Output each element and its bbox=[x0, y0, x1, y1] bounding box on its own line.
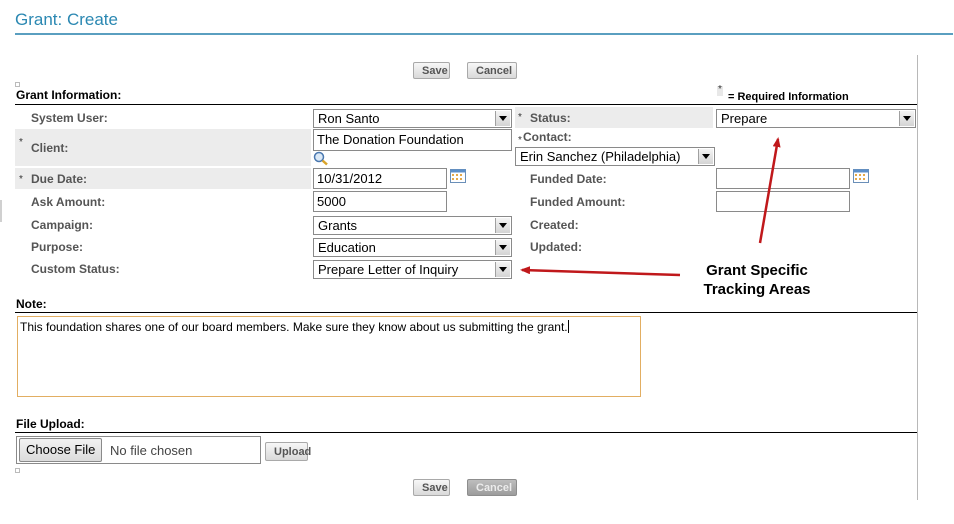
note-heading: Note: bbox=[16, 297, 47, 311]
funded-date-input[interactable] bbox=[716, 168, 850, 189]
annotation-line-1: Grant Specific bbox=[706, 262, 808, 279]
chevron-down-icon bbox=[495, 111, 510, 126]
file-upload-divider bbox=[15, 432, 917, 433]
created-label: Created: bbox=[530, 218, 579, 232]
choose-file-button[interactable]: Choose File bbox=[19, 438, 103, 462]
funded-date-label: Funded Date: bbox=[530, 172, 607, 186]
contact-required-mark: * bbox=[518, 135, 522, 146]
spacer-marker bbox=[15, 468, 20, 473]
ask-amount-input[interactable]: 5000 bbox=[313, 191, 447, 212]
chevron-down-icon bbox=[698, 149, 713, 164]
status-required-mark: * bbox=[518, 112, 522, 123]
contact-label: Contact: bbox=[523, 130, 572, 144]
magnifier-search-icon[interactable] bbox=[313, 151, 329, 169]
client-label: Client: bbox=[31, 141, 69, 155]
client-required-mark: * bbox=[19, 137, 23, 148]
save-button-bottom[interactable]: Save bbox=[413, 479, 450, 496]
right-border bbox=[917, 55, 918, 500]
system-user-label: System User: bbox=[31, 111, 108, 125]
cancel-button-top[interactable]: Cancel bbox=[467, 62, 517, 79]
campaign-label: Campaign: bbox=[31, 218, 94, 232]
chevron-down-icon bbox=[495, 262, 510, 277]
status-value: Prepare bbox=[721, 111, 768, 126]
calendar-icon[interactable] bbox=[853, 169, 869, 186]
chevron-down-icon bbox=[495, 218, 510, 233]
arrow-to-custom-status bbox=[520, 266, 681, 277]
left-edge-marker bbox=[0, 200, 2, 222]
ask-amount-label: Ask Amount: bbox=[31, 195, 106, 209]
due-date-label: Due Date: bbox=[31, 172, 88, 186]
grant-information-divider bbox=[15, 104, 917, 105]
file-upload-heading: File Upload: bbox=[16, 417, 85, 431]
text-caret bbox=[567, 320, 569, 333]
required-information-note: = Required Information bbox=[728, 91, 849, 103]
annotation-line-2: Tracking Areas bbox=[703, 281, 811, 298]
annotation-text: Grant Specific Tracking Areas bbox=[676, 261, 838, 299]
funded-amount-input[interactable] bbox=[716, 191, 850, 212]
chevron-down-icon bbox=[899, 111, 914, 126]
note-textarea[interactable]: This foundation shares one of our board … bbox=[17, 316, 641, 397]
funded-amount-label: Funded Amount: bbox=[530, 195, 626, 209]
client-input[interactable]: The Donation Foundation bbox=[313, 129, 512, 151]
custom-status-select[interactable]: Prepare Letter of Inquiry bbox=[313, 260, 512, 279]
system-user-select[interactable]: Ron Santo bbox=[313, 109, 512, 128]
chevron-down-icon bbox=[495, 240, 510, 255]
cancel-button-bottom[interactable]: Cancel bbox=[467, 479, 517, 496]
system-user-value: Ron Santo bbox=[318, 111, 380, 126]
due-date-input[interactable]: 10/31/2012 bbox=[313, 168, 447, 189]
campaign-value: Grants bbox=[318, 218, 358, 233]
purpose-select[interactable]: Education bbox=[313, 238, 512, 257]
contact-select[interactable]: Erin Sanchez (Philadelphia) bbox=[515, 147, 715, 166]
page-title: Grant: Create bbox=[15, 10, 118, 29]
file-status: No file chosen bbox=[110, 443, 193, 458]
grant-information-heading: Grant Information: bbox=[16, 88, 122, 102]
save-button-top[interactable]: Save bbox=[413, 62, 450, 79]
custom-status-label: Custom Status: bbox=[31, 262, 120, 276]
note-divider bbox=[15, 312, 917, 313]
required-mark: * bbox=[718, 84, 722, 95]
due-date-required-mark: * bbox=[19, 174, 23, 185]
title-divider bbox=[15, 33, 953, 35]
purpose-value: Education bbox=[318, 240, 376, 255]
status-select[interactable]: Prepare bbox=[716, 109, 916, 128]
note-text: This foundation shares one of our board … bbox=[20, 320, 568, 334]
purpose-label: Purpose: bbox=[31, 240, 84, 254]
contact-value: Erin Sanchez (Philadelphia) bbox=[520, 149, 681, 164]
campaign-select[interactable]: Grants bbox=[313, 216, 512, 235]
spacer-marker bbox=[15, 82, 20, 87]
calendar-icon[interactable] bbox=[450, 169, 466, 186]
custom-status-value: Prepare Letter of Inquiry bbox=[318, 262, 459, 277]
status-label: Status: bbox=[530, 111, 571, 125]
upload-button[interactable]: Upload bbox=[265, 442, 311, 461]
updated-label: Updated: bbox=[530, 240, 582, 254]
